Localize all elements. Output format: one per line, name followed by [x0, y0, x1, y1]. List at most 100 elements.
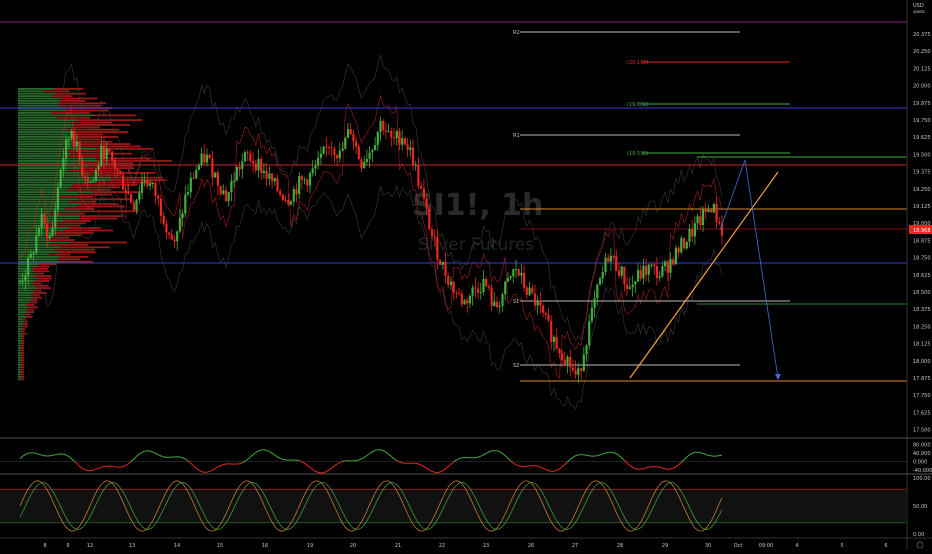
- osc1-segment: [587, 455, 590, 456]
- candle-body: [146, 181, 148, 187]
- candle-body: [70, 131, 72, 139]
- volume-bar-down: [68, 129, 119, 131]
- candle-body: [531, 288, 533, 294]
- candle-body: [407, 144, 409, 149]
- volume-bar-up: [18, 119, 79, 121]
- candle-body: [60, 170, 62, 188]
- candle-body: [556, 337, 558, 349]
- candle-body: [108, 149, 110, 152]
- candle-body: [360, 159, 362, 168]
- time-tick-label: 9: [66, 543, 69, 549]
- volume-bar-down: [22, 318, 26, 320]
- time-tick-label: 29: [662, 543, 668, 549]
- candle-body: [165, 224, 167, 233]
- volume-bar-up: [18, 218, 80, 220]
- osc1-segment: [660, 467, 663, 468]
- volume-bar-down: [39, 278, 51, 280]
- time-tick-label: 28: [617, 543, 623, 549]
- volume-bar-up: [18, 227, 69, 229]
- time-tick-label: 4: [795, 543, 798, 549]
- volume-bar-down: [59, 105, 101, 107]
- time-tick-label: 14: [174, 543, 180, 549]
- currency-sub-label: ajeetc: [913, 9, 925, 14]
- candle-body: [366, 159, 368, 162]
- candle-body: [41, 214, 43, 228]
- candle-body: [358, 147, 360, 160]
- time-tick-label: 15: [217, 543, 223, 549]
- candle-body: [157, 196, 159, 199]
- price-tick-label: 20.000: [913, 84, 931, 90]
- osc1-segment: [549, 471, 552, 472]
- instrument-watermark: Silver Futures: [418, 235, 534, 255]
- volume-bar-down: [51, 112, 90, 114]
- volume-bar-up: [18, 287, 37, 289]
- candle-body: [439, 260, 441, 265]
- volume-bar-up: [18, 158, 95, 160]
- osc1-segment: [708, 455, 711, 456]
- candle-body: [694, 223, 696, 236]
- candle-body: [444, 262, 446, 276]
- candle-body: [566, 357, 568, 364]
- candle-body: [293, 189, 295, 201]
- fib-low-label: (19.535): [627, 151, 648, 157]
- volume-bar-down: [69, 170, 120, 172]
- candle-body: [84, 176, 86, 178]
- volume-bar-down: [45, 237, 70, 239]
- candle-body: [393, 138, 395, 139]
- candle-body: [257, 159, 259, 170]
- volume-bar-up: [18, 268, 32, 270]
- candle-body: [629, 287, 631, 289]
- candle-body: [206, 155, 208, 163]
- candle-body: [667, 262, 669, 273]
- time-tick-label: 5: [840, 543, 843, 549]
- candle-body: [382, 121, 384, 130]
- volume-bar-up: [18, 369, 21, 371]
- volume-bar-down: [33, 297, 42, 299]
- candle-body: [512, 269, 514, 276]
- price-tick-label: 17.625: [913, 410, 931, 416]
- candle-body: [190, 178, 192, 192]
- candle-body: [46, 223, 48, 238]
- price-tick-label: 18.625: [913, 273, 931, 279]
- volume-bar-up: [18, 201, 69, 203]
- volume-bar-up: [18, 362, 21, 364]
- volume-bar-down: [56, 93, 87, 95]
- candle-body: [558, 349, 560, 353]
- volume-bar-down: [21, 374, 24, 376]
- volume-bar-up: [18, 196, 57, 198]
- candle-body: [306, 180, 308, 186]
- price-tick-label: 17.500: [913, 428, 931, 434]
- volume-bar-down: [23, 323, 28, 325]
- volume-bar-up: [18, 162, 81, 164]
- volume-bar-up: [18, 239, 47, 241]
- candle-body: [30, 254, 32, 258]
- chart-canvas[interactable]: SI1!, 1h Silver Futures R2 (20.196) (19.…: [0, 0, 932, 550]
- candle-body: [230, 181, 232, 192]
- candle-body: [323, 146, 325, 153]
- volume-bar-up: [18, 117, 57, 119]
- volume-bar-up: [18, 134, 69, 136]
- candle-body: [390, 131, 392, 138]
- candle-body: [95, 170, 97, 181]
- volume-bar-up: [18, 242, 70, 244]
- osc1-segment: [643, 468, 646, 469]
- volume-bar-up: [18, 275, 36, 277]
- osc1-segment: [120, 467, 123, 468]
- candle-body: [154, 183, 156, 196]
- trading-chart[interactable]: SI1!, 1h Silver Futures R2 (20.196) (19.…: [0, 0, 932, 550]
- volume-bar-down: [63, 220, 91, 222]
- volume-bar-down: [71, 122, 112, 124]
- candle-body: [347, 129, 349, 138]
- volume-bar-down: [57, 117, 90, 119]
- osc2-tick-label: 50.00: [913, 504, 927, 510]
- candle-body: [691, 229, 693, 236]
- volume-bar-up: [18, 340, 22, 342]
- candle-body: [713, 204, 715, 212]
- candle-body: [236, 167, 238, 181]
- osc1-tick-label: 80.000: [913, 442, 931, 448]
- volume-bar-up: [18, 278, 39, 280]
- price-tick-label: 19.750: [913, 118, 931, 124]
- candle-body: [279, 191, 281, 195]
- candle-body: [192, 178, 194, 179]
- volume-bar-down: [81, 167, 135, 169]
